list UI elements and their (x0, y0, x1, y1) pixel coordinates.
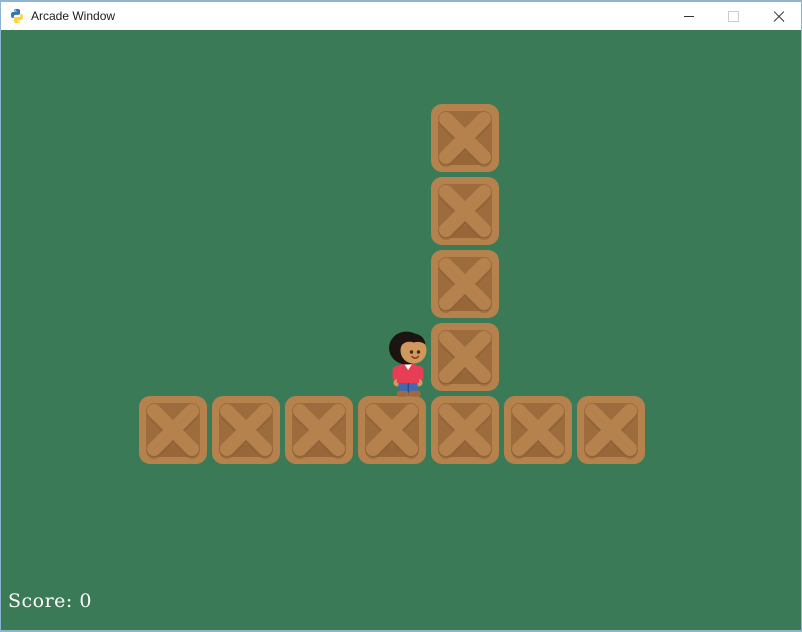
crate-sprite (212, 396, 280, 464)
maximize-button[interactable] (711, 2, 756, 30)
crate-sprite (577, 396, 645, 464)
maximize-icon (728, 10, 739, 22)
crate-sprite (358, 396, 426, 464)
close-button[interactable] (756, 2, 801, 30)
score-text: Score: 0 (8, 590, 92, 612)
arcade-window: Arcade Window Score: 0 (0, 0, 802, 632)
game-area[interactable]: Score: 0 (1, 30, 801, 630)
minimize-button[interactable] (666, 2, 711, 30)
title-bar[interactable]: Arcade Window (1, 2, 801, 30)
crate-sprite (139, 396, 207, 464)
crate-sprite (285, 396, 353, 464)
crate-sprite (431, 250, 499, 318)
python-logo-icon (9, 8, 25, 24)
player-sprite (387, 331, 429, 397)
crate-sprite (431, 104, 499, 172)
close-icon (773, 10, 785, 22)
window-title: Arcade Window (31, 9, 116, 23)
crate-sprite (431, 323, 499, 391)
crate-sprite (431, 396, 499, 464)
crate-sprite (504, 396, 572, 464)
minimize-icon (683, 15, 694, 17)
crate-sprite (431, 177, 499, 245)
